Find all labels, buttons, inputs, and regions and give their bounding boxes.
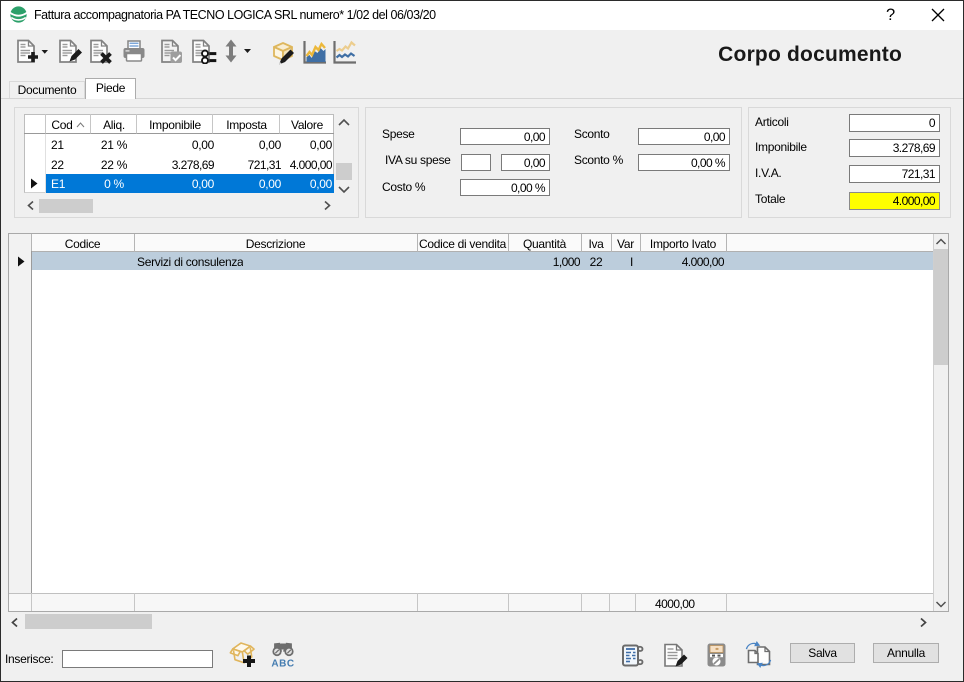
svg-text:ABC: ABC xyxy=(271,659,294,669)
